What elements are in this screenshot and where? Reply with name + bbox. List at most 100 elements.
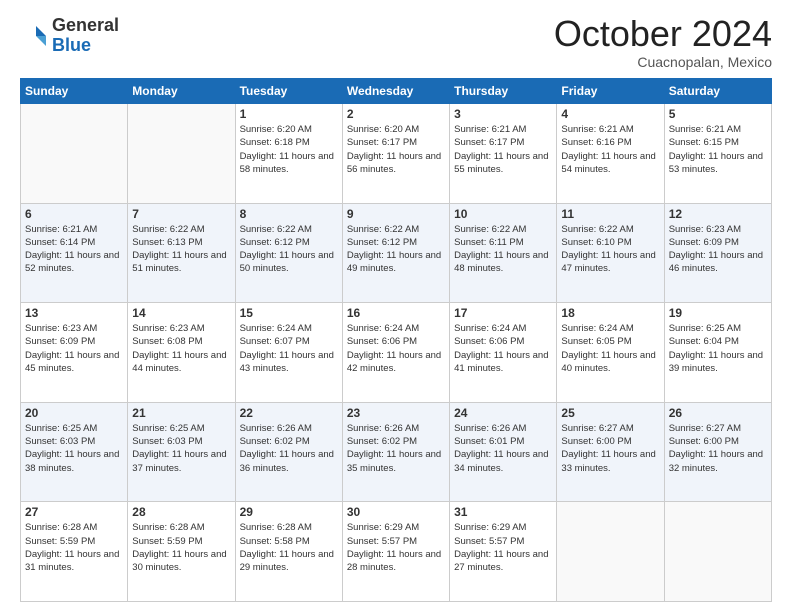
- weekday-header-wednesday: Wednesday: [342, 79, 449, 104]
- cell-info: Sunrise: 6:21 AM Sunset: 6:14 PM Dayligh…: [25, 223, 123, 276]
- day-number: 13: [25, 306, 123, 320]
- day-number: 31: [454, 505, 552, 519]
- cell-info: Sunrise: 6:21 AM Sunset: 6:16 PM Dayligh…: [561, 123, 659, 176]
- day-number: 23: [347, 406, 445, 420]
- calendar-cell: 4 Sunrise: 6:21 AM Sunset: 6:16 PM Daylig…: [557, 104, 664, 204]
- day-number: 7: [132, 207, 230, 221]
- day-number: 17: [454, 306, 552, 320]
- cell-info: Sunrise: 6:27 AM Sunset: 6:00 PM Dayligh…: [669, 422, 767, 475]
- calendar-cell: 14 Sunrise: 6:23 AM Sunset: 6:08 PM Dayli…: [128, 303, 235, 403]
- day-number: 3: [454, 107, 552, 121]
- day-number: 9: [347, 207, 445, 221]
- title-block: October 2024 Cuacnopalan, Mexico: [554, 16, 772, 70]
- calendar-cell: 30 Sunrise: 6:29 AM Sunset: 5:57 PM Dayli…: [342, 502, 449, 602]
- cell-info: Sunrise: 6:25 AM Sunset: 6:04 PM Dayligh…: [669, 322, 767, 375]
- logo-icon: [20, 22, 48, 50]
- day-number: 25: [561, 406, 659, 420]
- weekday-header-thursday: Thursday: [450, 79, 557, 104]
- cell-info: Sunrise: 6:25 AM Sunset: 6:03 PM Dayligh…: [132, 422, 230, 475]
- calendar-cell: 31 Sunrise: 6:29 AM Sunset: 5:57 PM Dayli…: [450, 502, 557, 602]
- cell-info: Sunrise: 6:23 AM Sunset: 6:08 PM Dayligh…: [132, 322, 230, 375]
- day-number: 22: [240, 406, 338, 420]
- day-number: 10: [454, 207, 552, 221]
- month-title: October 2024: [554, 16, 772, 52]
- calendar-cell: [128, 104, 235, 204]
- cell-info: Sunrise: 6:22 AM Sunset: 6:13 PM Dayligh…: [132, 223, 230, 276]
- calendar-cell: 16 Sunrise: 6:24 AM Sunset: 6:06 PM Dayli…: [342, 303, 449, 403]
- calendar-week-row: 20 Sunrise: 6:25 AM Sunset: 6:03 PM Dayli…: [21, 402, 772, 502]
- calendar-cell: 25 Sunrise: 6:27 AM Sunset: 6:00 PM Dayli…: [557, 402, 664, 502]
- calendar-cell: 21 Sunrise: 6:25 AM Sunset: 6:03 PM Dayli…: [128, 402, 235, 502]
- calendar-week-row: 27Sunrise: 6:28 AM Sunset: 5:59 PM Dayli…: [21, 502, 772, 602]
- day-number: 12: [669, 207, 767, 221]
- cell-info: Sunrise: 6:22 AM Sunset: 6:12 PM Dayligh…: [347, 223, 445, 276]
- weekday-header-friday: Friday: [557, 79, 664, 104]
- day-number: 14: [132, 306, 230, 320]
- calendar-week-row: 6 Sunrise: 6:21 AM Sunset: 6:14 PM Daylig…: [21, 203, 772, 303]
- calendar-cell: 29 Sunrise: 6:28 AM Sunset: 5:58 PM Dayli…: [235, 502, 342, 602]
- calendar-cell: 28 Sunrise: 6:28 AM Sunset: 5:59 PM Dayli…: [128, 502, 235, 602]
- calendar-cell: 24 Sunrise: 6:26 AM Sunset: 6:01 PM Dayli…: [450, 402, 557, 502]
- cell-info: Sunrise: 6:22 AM Sunset: 6:11 PM Dayligh…: [454, 223, 552, 276]
- cell-info: Sunrise: 6:28 AM Sunset: 5:59 PM Dayligh…: [25, 521, 123, 574]
- calendar-week-row: 1 Sunrise: 6:20 AM Sunset: 6:18 PM Daylig…: [21, 104, 772, 204]
- cell-info: Sunrise: 6:29 AM Sunset: 5:57 PM Dayligh…: [454, 521, 552, 574]
- cell-info: Sunrise: 6:24 AM Sunset: 6:06 PM Dayligh…: [454, 322, 552, 375]
- calendar-week-row: 13 Sunrise: 6:23 AM Sunset: 6:09 PM Dayli…: [21, 303, 772, 403]
- cell-info: Sunrise: 6:29 AM Sunset: 5:57 PM Dayligh…: [347, 521, 445, 574]
- cell-info: Sunrise: 6:24 AM Sunset: 6:07 PM Dayligh…: [240, 322, 338, 375]
- calendar-cell: 13 Sunrise: 6:23 AM Sunset: 6:09 PM Dayli…: [21, 303, 128, 403]
- day-number: 15: [240, 306, 338, 320]
- cell-info: Sunrise: 6:25 AM Sunset: 6:03 PM Dayligh…: [25, 422, 123, 475]
- header: General Blue October 2024 Cuacnopalan, M…: [20, 16, 772, 70]
- cell-info: Sunrise: 6:26 AM Sunset: 6:02 PM Dayligh…: [240, 422, 338, 475]
- day-number: 28: [132, 505, 230, 519]
- cell-info: Sunrise: 6:22 AM Sunset: 6:12 PM Dayligh…: [240, 223, 338, 276]
- calendar-cell: 18Sunrise: 6:24 AM Sunset: 6:05 PM Dayli…: [557, 303, 664, 403]
- day-number: 16: [347, 306, 445, 320]
- day-number: 29: [240, 505, 338, 519]
- calendar-cell: 6 Sunrise: 6:21 AM Sunset: 6:14 PM Daylig…: [21, 203, 128, 303]
- calendar-cell: 27Sunrise: 6:28 AM Sunset: 5:59 PM Dayli…: [21, 502, 128, 602]
- calendar-cell: 17 Sunrise: 6:24 AM Sunset: 6:06 PM Dayli…: [450, 303, 557, 403]
- calendar-cell: 1 Sunrise: 6:20 AM Sunset: 6:18 PM Daylig…: [235, 104, 342, 204]
- location: Cuacnopalan, Mexico: [554, 54, 772, 70]
- calendar-cell: 5Sunrise: 6:21 AM Sunset: 6:15 PM Daylig…: [664, 104, 771, 204]
- day-number: 18: [561, 306, 659, 320]
- cell-info: Sunrise: 6:28 AM Sunset: 5:59 PM Dayligh…: [132, 521, 230, 574]
- cell-info: Sunrise: 6:20 AM Sunset: 6:18 PM Dayligh…: [240, 123, 338, 176]
- calendar-cell: 20 Sunrise: 6:25 AM Sunset: 6:03 PM Dayli…: [21, 402, 128, 502]
- cell-info: Sunrise: 6:24 AM Sunset: 6:06 PM Dayligh…: [347, 322, 445, 375]
- day-number: 4: [561, 107, 659, 121]
- calendar-cell: 9 Sunrise: 6:22 AM Sunset: 6:12 PM Daylig…: [342, 203, 449, 303]
- weekday-header-saturday: Saturday: [664, 79, 771, 104]
- calendar-cell: 19Sunrise: 6:25 AM Sunset: 6:04 PM Dayli…: [664, 303, 771, 403]
- day-number: 26: [669, 406, 767, 420]
- cell-info: Sunrise: 6:22 AM Sunset: 6:10 PM Dayligh…: [561, 223, 659, 276]
- cell-info: Sunrise: 6:26 AM Sunset: 6:01 PM Dayligh…: [454, 422, 552, 475]
- cell-info: Sunrise: 6:23 AM Sunset: 6:09 PM Dayligh…: [25, 322, 123, 375]
- day-number: 21: [132, 406, 230, 420]
- calendar-cell: 10 Sunrise: 6:22 AM Sunset: 6:11 PM Dayli…: [450, 203, 557, 303]
- calendar-cell: 11Sunrise: 6:22 AM Sunset: 6:10 PM Dayli…: [557, 203, 664, 303]
- calendar-table: SundayMondayTuesdayWednesdayThursdayFrid…: [20, 78, 772, 602]
- weekday-header-tuesday: Tuesday: [235, 79, 342, 104]
- calendar-cell: 8Sunrise: 6:22 AM Sunset: 6:12 PM Daylig…: [235, 203, 342, 303]
- day-number: 30: [347, 505, 445, 519]
- day-number: 24: [454, 406, 552, 420]
- day-number: 2: [347, 107, 445, 121]
- weekday-header-sunday: Sunday: [21, 79, 128, 104]
- cell-info: Sunrise: 6:20 AM Sunset: 6:17 PM Dayligh…: [347, 123, 445, 176]
- calendar-cell: 12Sunrise: 6:23 AM Sunset: 6:09 PM Dayli…: [664, 203, 771, 303]
- day-number: 1: [240, 107, 338, 121]
- day-number: 6: [25, 207, 123, 221]
- calendar-cell: 22 Sunrise: 6:26 AM Sunset: 6:02 PM Dayli…: [235, 402, 342, 502]
- calendar-cell: [21, 104, 128, 204]
- calendar-cell: 3Sunrise: 6:21 AM Sunset: 6:17 PM Daylig…: [450, 104, 557, 204]
- day-number: 20: [25, 406, 123, 420]
- calendar-cell: 26 Sunrise: 6:27 AM Sunset: 6:00 PM Dayli…: [664, 402, 771, 502]
- page: General Blue October 2024 Cuacnopalan, M…: [0, 0, 792, 612]
- calendar-cell: [557, 502, 664, 602]
- cell-info: Sunrise: 6:28 AM Sunset: 5:58 PM Dayligh…: [240, 521, 338, 574]
- cell-info: Sunrise: 6:27 AM Sunset: 6:00 PM Dayligh…: [561, 422, 659, 475]
